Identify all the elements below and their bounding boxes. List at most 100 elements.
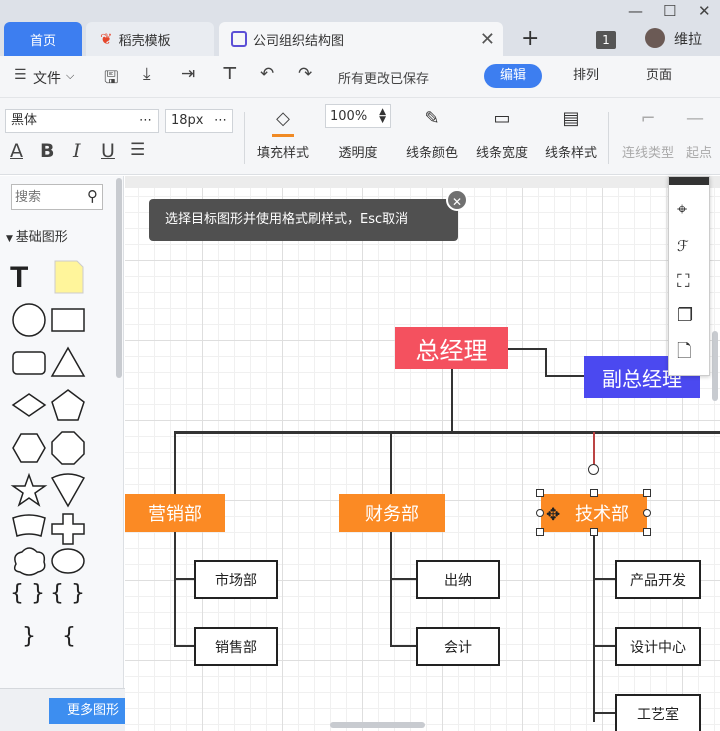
shape-text: T — [10, 261, 28, 294]
mode-edit[interactable]: 编辑 — [484, 64, 542, 88]
save-icon[interactable]: 🖫 — [104, 65, 118, 94]
connector — [174, 578, 194, 580]
line-width-button[interactable]: ▭ 线条宽度 — [472, 104, 532, 162]
download-icon[interactable]: ⤓ — [143, 64, 151, 84]
resize-handle[interactable] — [536, 528, 544, 536]
diagram-canvas[interactable]: 总经理 副总经理 营销部 财务部 技术部 市场部 销售部 出纳 会计 产品开发 … — [125, 176, 720, 731]
new-tab-icon[interactable]: + — [521, 26, 539, 51]
navigator-icon[interactable]: ⌖ — [677, 199, 687, 220]
shape-note — [54, 260, 84, 294]
export-icon[interactable]: ⇥ — [181, 64, 195, 84]
bold-icon[interactable]: B — [40, 140, 54, 162]
format-toolbar: 黑体 ⋯ 18px ⋯ A B I U ☰ ◇ 填充样式 100% ▲ ▼ 透明度 ✎ … — [0, 98, 720, 175]
window-count-badge[interactable]: 1 — [596, 31, 616, 49]
crop-icon[interactable]: ⛶ — [677, 271, 690, 292]
close-window-icon[interactable]: ✕ — [698, 2, 711, 20]
node-sales-dept[interactable]: 销售部 — [194, 627, 278, 666]
node-market-dept[interactable]: 市场部 — [194, 560, 278, 599]
node-product-dev[interactable]: 产品开发 — [615, 560, 701, 599]
start-point-button[interactable]: — 起点 — [686, 104, 720, 162]
divider — [244, 112, 245, 164]
connector — [593, 645, 615, 647]
mode-page[interactable]: 页面 — [630, 64, 688, 88]
shape-triangle — [50, 346, 86, 377]
line-style-button[interactable]: ▤ 线条样式 — [541, 104, 601, 162]
fill-style-label: 填充样式 — [256, 146, 309, 161]
more-shapes-button[interactable]: 更多图形 — [49, 698, 137, 724]
line-style-icon: ▤ — [562, 107, 580, 129]
pen-icon: ✎ — [424, 107, 440, 129]
section-header[interactable]: ▼ 基础图形 — [6, 226, 68, 245]
resize-handle[interactable] — [643, 509, 651, 517]
node-ceo[interactable]: 总经理 — [395, 327, 508, 369]
italic-icon[interactable]: I — [73, 140, 81, 162]
font-size-select[interactable]: 18px ⋯ — [165, 109, 233, 133]
redo-icon[interactable]: ↷ — [298, 64, 312, 84]
formula-icon[interactable]: ℱ — [677, 237, 689, 255]
user-name[interactable]: 维拉 — [674, 29, 702, 49]
tab-templates[interactable]: ❦ 稻壳模板 — [86, 22, 214, 56]
resize-handle[interactable] — [643, 528, 651, 536]
font-family-select[interactable]: 黑体 ⋯ — [5, 109, 159, 133]
vertical-scrollbar[interactable] — [712, 331, 718, 401]
format-painter-icon[interactable]: ⊤ — [222, 64, 238, 84]
connector — [507, 348, 545, 350]
resize-handle[interactable] — [536, 509, 544, 517]
horizontal-scrollbar[interactable] — [330, 722, 425, 728]
resize-handle[interactable] — [590, 528, 598, 536]
close-tooltip-icon[interactable]: ✕ — [446, 189, 468, 211]
resize-handle[interactable] — [643, 489, 651, 497]
page-icon[interactable]: 🗋 — [677, 339, 691, 369]
opacity-label: 透明度 — [338, 146, 378, 161]
line-color-button[interactable]: ✎ 线条颜色 — [402, 104, 462, 162]
opacity-control[interactable]: 100% ▲ ▼ 透明度 — [324, 104, 392, 161]
node-finance[interactable]: 财务部 — [339, 494, 445, 532]
node-design-center[interactable]: 设计中心 — [615, 627, 701, 666]
menu-icon[interactable]: ☰ — [14, 67, 27, 83]
sidebar-scrollbar[interactable] — [116, 178, 122, 378]
connector — [390, 432, 392, 494]
avatar[interactable] — [645, 28, 665, 48]
line-start-icon: — — [686, 107, 704, 129]
tab-home[interactable]: 首页 — [4, 22, 82, 56]
file-menu[interactable]: 文件 — [33, 68, 61, 88]
mode-arrange[interactable]: 排列 — [558, 64, 614, 88]
tab-document-label: 公司组织结构图 — [253, 33, 345, 49]
stepper-icon[interactable]: ▲ ▼ — [379, 108, 386, 125]
resize-handle[interactable] — [536, 489, 544, 497]
save-status: 所有更改已保存 — [338, 72, 430, 87]
rotate-handle[interactable] — [588, 464, 599, 475]
font-family-value: 黑体 — [11, 113, 38, 128]
shape-ellipse — [51, 548, 85, 574]
connector — [174, 532, 176, 646]
resize-handle[interactable] — [590, 489, 598, 497]
opacity-input[interactable]: 100% ▲ ▼ — [325, 104, 391, 128]
node-process-room[interactable]: 工艺室 — [615, 694, 701, 731]
move-cursor-icon: ✥ — [546, 505, 561, 525]
chevron-down-icon[interactable]: ⌵ — [66, 69, 74, 83]
shape-right-brace: } — [22, 624, 36, 649]
fill-style-button[interactable]: ◇ 填充样式 — [254, 104, 312, 162]
tab-document[interactable]: 公司组织结构图 ✕ — [219, 22, 503, 56]
font-color-icon[interactable]: A — [10, 140, 23, 162]
node-accounting[interactable]: 会计 — [416, 627, 500, 666]
shape-rounded-rect — [12, 351, 46, 375]
shape-banner — [12, 514, 46, 537]
minimize-icon[interactable]: — — [628, 2, 643, 20]
align-icon[interactable]: ☰ — [130, 140, 145, 160]
underline-icon[interactable]: U — [101, 140, 115, 162]
maximize-icon[interactable]: ☐ — [663, 2, 676, 20]
undo-icon[interactable]: ↶ — [260, 64, 274, 84]
search-icon[interactable]: ⚲ — [87, 187, 98, 205]
search-input[interactable] — [15, 186, 79, 208]
start-point-label: 起点 — [686, 146, 713, 161]
line-width-label: 线条宽度 — [475, 146, 528, 161]
line-width-icon: ▭ — [493, 107, 511, 129]
connector-type-button[interactable]: ⌐ 连线类型 — [618, 104, 678, 162]
node-cashier[interactable]: 出纳 — [416, 560, 500, 599]
diagram-icon — [231, 31, 247, 47]
node-marketing[interactable]: 营销部 — [125, 494, 225, 532]
search-box[interactable]: ⚲ — [11, 184, 103, 210]
close-tab-icon[interactable]: ✕ — [480, 29, 495, 50]
pages-icon[interactable]: ❐ — [677, 305, 693, 326]
